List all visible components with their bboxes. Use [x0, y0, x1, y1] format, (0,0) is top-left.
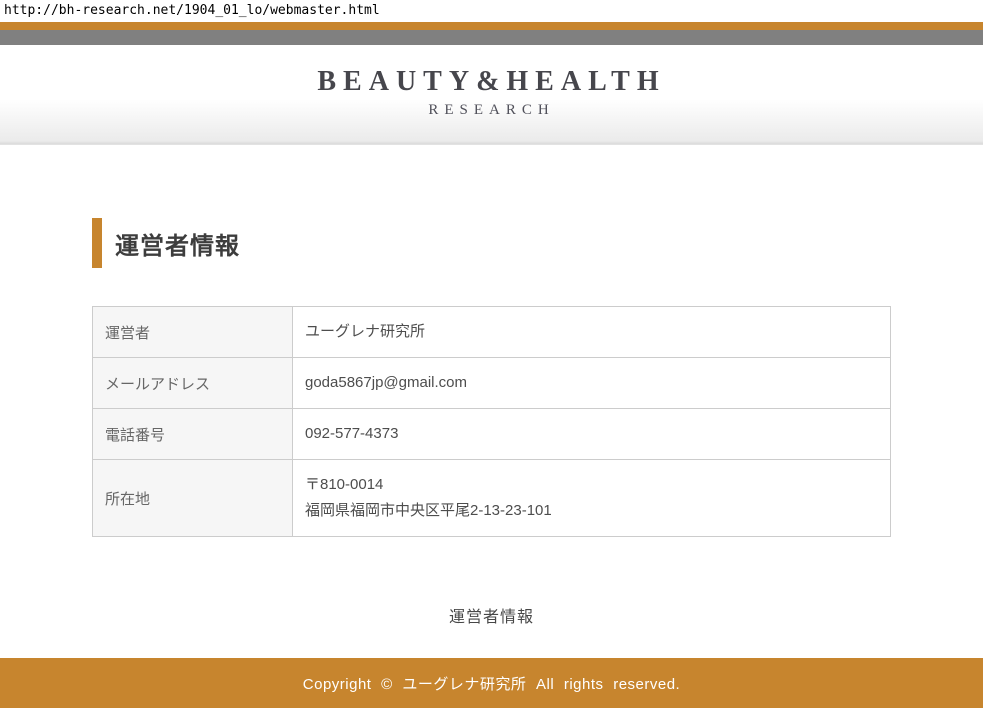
footer-nav-link-operator-info[interactable]: 運営者情報 [449, 609, 534, 626]
value-line: 092-577-4373 [305, 421, 878, 447]
row-label: 所在地 [93, 460, 293, 537]
row-value: goda5867jp@gmail.com [293, 358, 891, 409]
value-line-address: 福岡県福岡市中央区平尾2-13-23-101 [305, 498, 878, 524]
gray-strip [0, 30, 983, 45]
row-value: 092-577-4373 [293, 409, 891, 460]
site-logo[interactable]: BEAUTY&HEALTH RESEARCH [0, 66, 983, 120]
copyright-bar: Copyright © ユーグレナ研究所 All rights reserved… [0, 658, 983, 708]
footer-nav: 運営者情報 [92, 603, 891, 627]
operator-info-table: 運営者 ユーグレナ研究所 メールアドレス goda5867jp@gmail.co… [92, 306, 891, 537]
row-label: 電話番号 [93, 409, 293, 460]
value-line-postal: 〒810-0014 [305, 472, 878, 498]
page-title: 運営者情報 [115, 226, 240, 261]
value-line: goda5867jp@gmail.com [305, 370, 878, 396]
table-row-operator: 運営者 ユーグレナ研究所 [93, 307, 891, 358]
table-row-address: 所在地 〒810-0014 福岡県福岡市中央区平尾2-13-23-101 [93, 460, 891, 537]
copyright-text: Copyright © ユーグレナ研究所 All rights reserved… [303, 673, 680, 694]
row-value: ユーグレナ研究所 [293, 307, 891, 358]
row-label: 運営者 [93, 307, 293, 358]
row-label: メールアドレス [93, 358, 293, 409]
table-row-phone: 電話番号 092-577-4373 [93, 409, 891, 460]
site-header: BEAUTY&HEALTH RESEARCH [0, 45, 983, 145]
value-line: ユーグレナ研究所 [305, 319, 878, 345]
section-title-block: 運営者情報 [92, 218, 891, 268]
url-bar: http://bh-research.net/1904_01_lo/webmas… [0, 0, 983, 22]
table-row-email: メールアドレス goda5867jp@gmail.com [93, 358, 891, 409]
row-value: 〒810-0014 福岡県福岡市中央区平尾2-13-23-101 [293, 460, 891, 537]
logo-title: BEAUTY&HEALTH [0, 66, 983, 98]
url-text: http://bh-research.net/1904_01_lo/webmas… [4, 3, 380, 18]
logo-subtitle: RESEARCH [0, 100, 983, 120]
accent-strip-top [0, 22, 983, 30]
main-content: 運営者情報 運営者 ユーグレナ研究所 メールアドレス goda5867jp@gm… [0, 145, 983, 658]
